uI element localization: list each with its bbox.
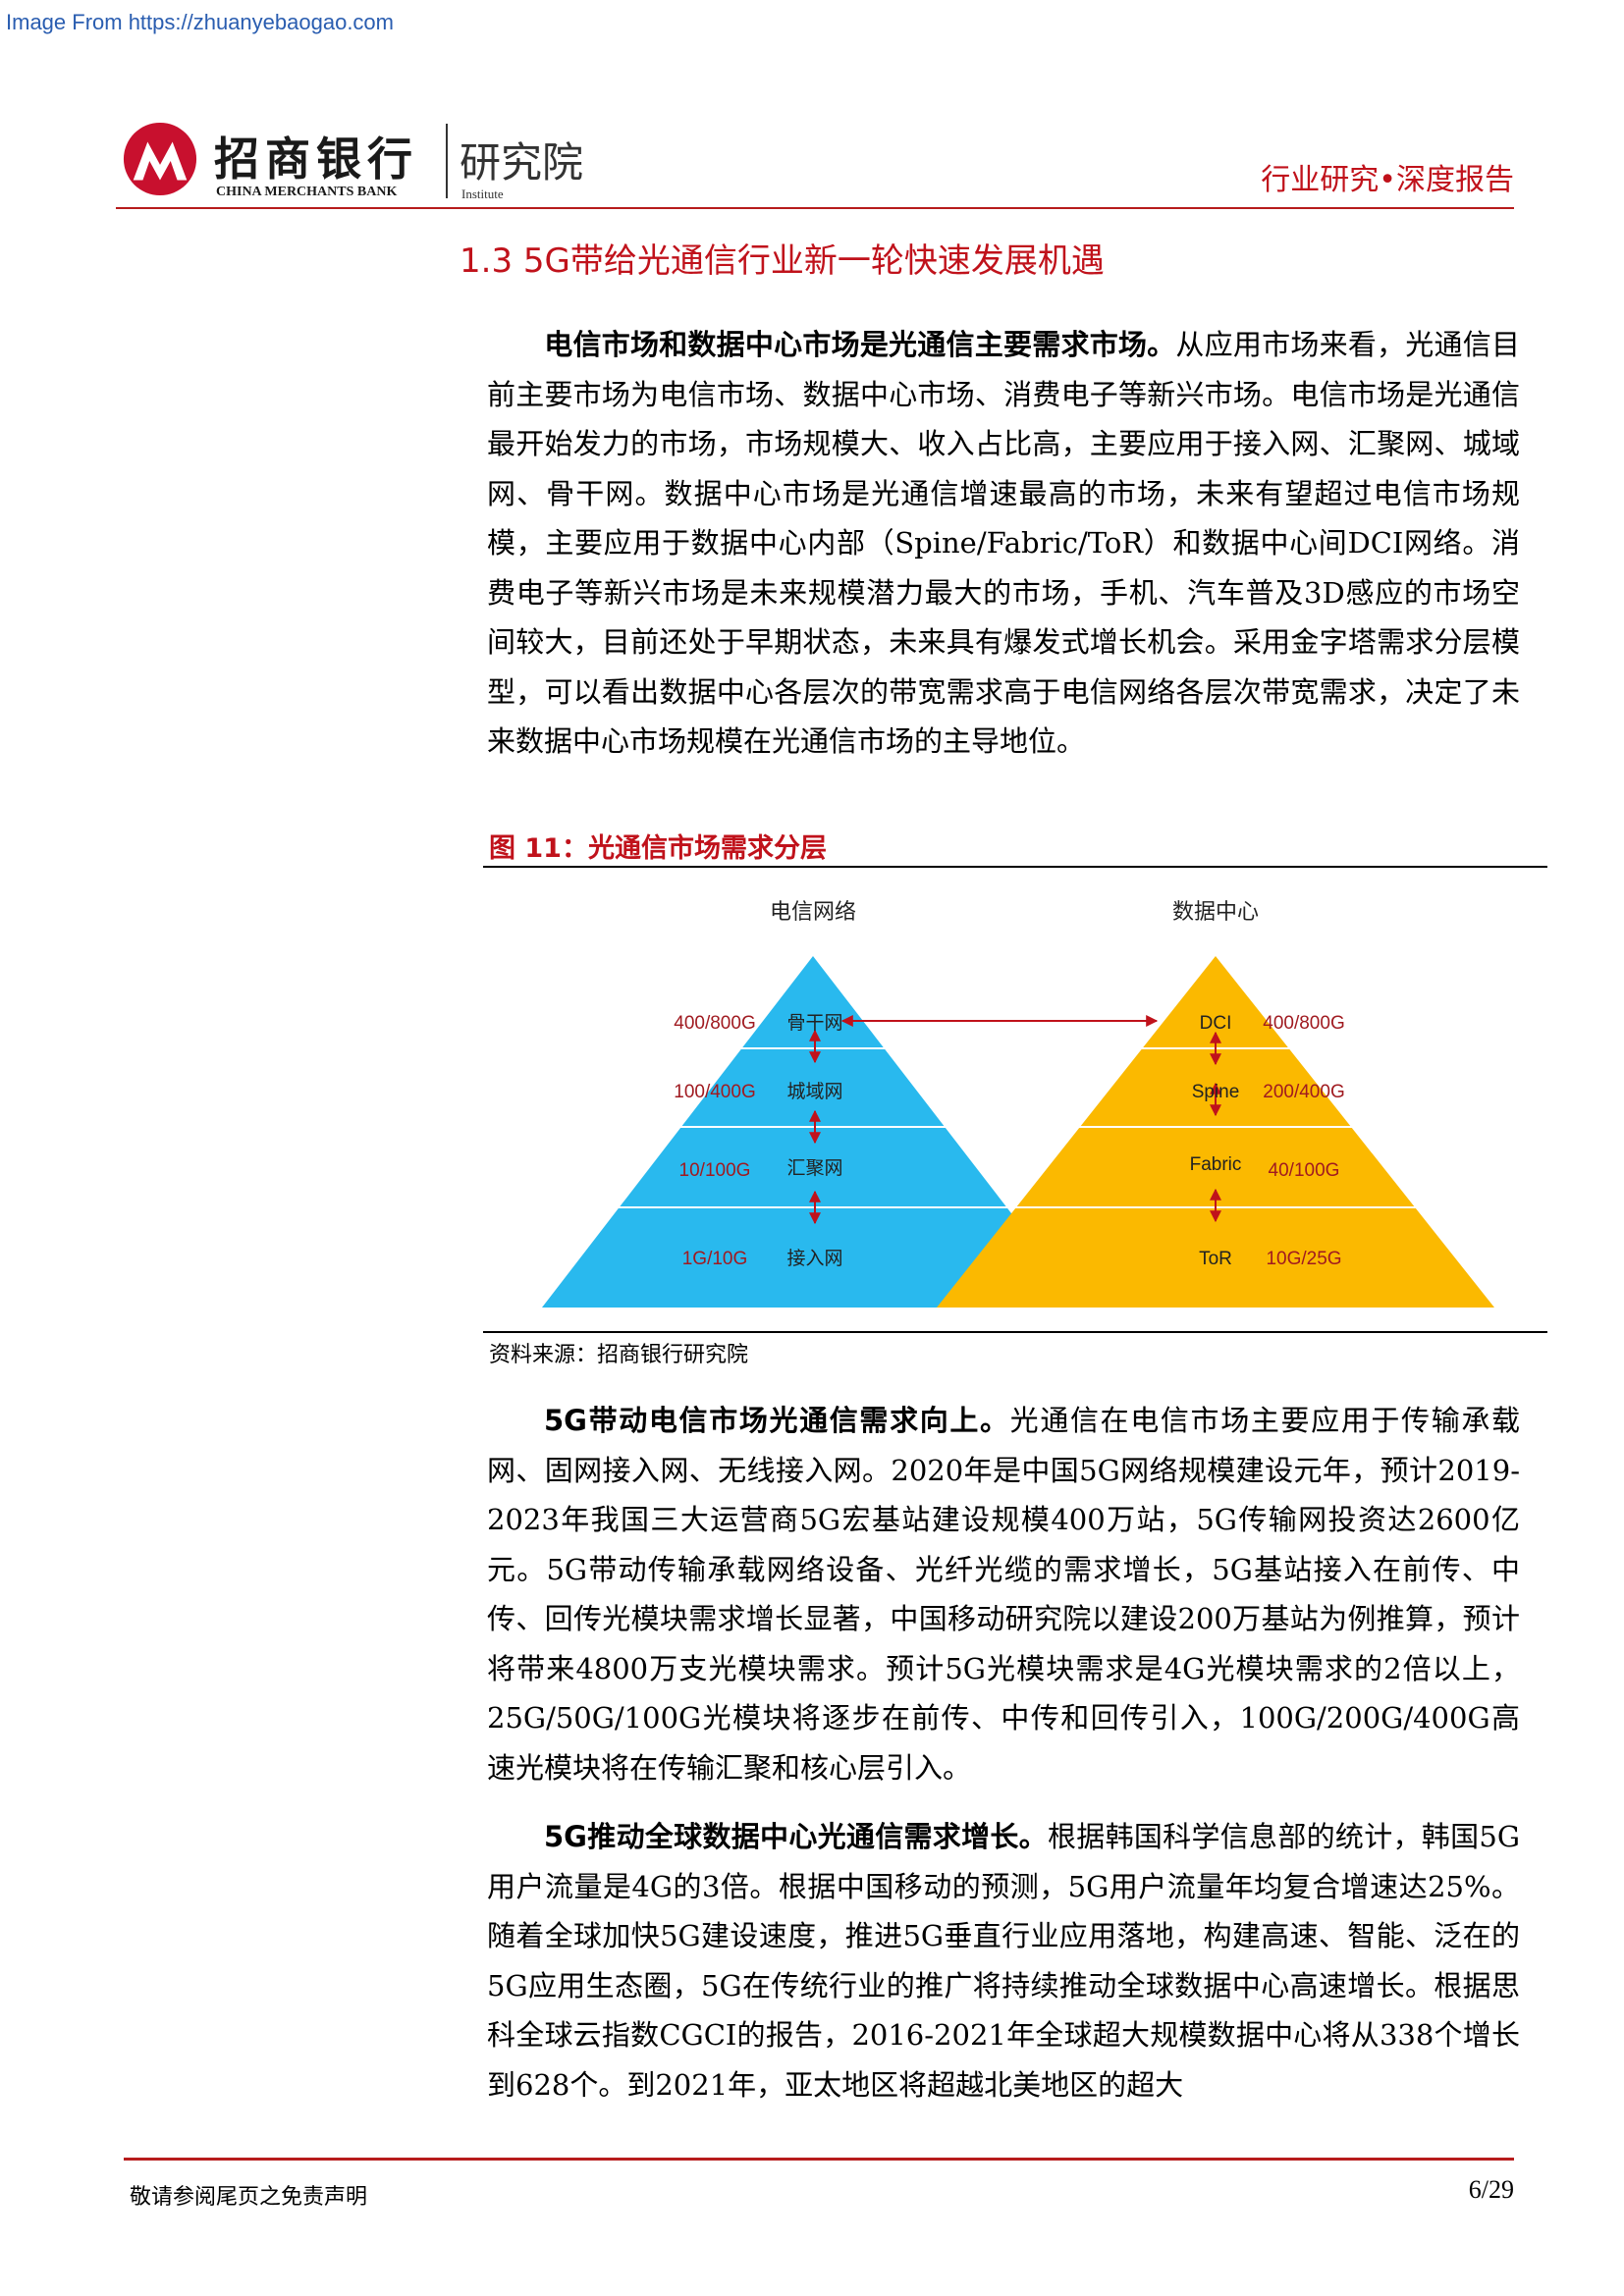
datacenter-bandwidth-label: 400/800G xyxy=(1263,1013,1344,1034)
paragraph-1: 电信市场和数据中心市场是光通信主要需求市场。从应用市场来看，光通信目前主要市场为… xyxy=(487,320,1520,767)
paragraph-1-lead: 电信市场和数据中心市场是光通信主要需求市场。 xyxy=(544,328,1176,361)
pyramid-diagram: 电信网络 数据中心 400/800G 骨干网 100/400G 城域网 10/1… xyxy=(483,900,1547,1308)
paragraph-1-text: 从应用市场来看，光通信目前主要市场为电信市场、数据中心市场、消费电子等新兴市场。… xyxy=(487,328,1520,758)
header-divider xyxy=(446,124,448,198)
telecom-layer-label: 骨干网 xyxy=(786,1012,842,1034)
telecom-bandwidth-label: 10/100G xyxy=(679,1160,751,1181)
bank-name-cn: 招商银行 xyxy=(214,133,418,186)
datacenter-bandwidth-label: 10G/25G xyxy=(1266,1249,1341,1269)
datacenter-bandwidth-label: 200/400G xyxy=(1263,1082,1344,1102)
footer-rule xyxy=(124,2158,1514,2161)
page-number: 6/29 xyxy=(1468,2175,1514,2204)
telecom-layer-label: 汇聚网 xyxy=(786,1157,842,1179)
figure-source: 资料来源：招商银行研究院 xyxy=(489,1343,749,1367)
figure-title: 图 11：光通信市场需求分层 xyxy=(489,833,827,864)
datacenter-pyramid-title: 数据中心 xyxy=(1172,900,1259,925)
datacenter-layer-label: ToR xyxy=(1199,1249,1232,1269)
datacenter-bandwidth-label: 40/100G xyxy=(1269,1160,1340,1181)
telecom-pyramid-title: 电信网络 xyxy=(770,900,856,925)
figure-top-rule xyxy=(483,866,1547,868)
paragraph-3: 5G推动全球数据中心光通信需求增长。根据韩国科学信息部的统计，韩国5G用户流量是… xyxy=(487,1812,1520,2109)
paragraph-2-lead: 5G带动电信市场光通信需求向上。 xyxy=(544,1404,1010,1437)
telecom-layer-label: 接入网 xyxy=(786,1248,842,1269)
paragraph-2-text: 光通信在电信市场主要应用于传输承载网、固网接入网、无线接入网。2020年是中国5… xyxy=(487,1404,1520,1785)
section-title: 1.3 5G带给光通信行业新一轮快速发展机遇 xyxy=(460,241,1105,281)
datacenter-layer-label: DCI xyxy=(1200,1013,1232,1034)
figure-bottom-rule xyxy=(483,1331,1547,1333)
paragraph-3-lead: 5G推动全球数据中心光通信需求增长。 xyxy=(544,1820,1048,1853)
source-watermark: Image From https://zhuanyebaogao.com xyxy=(6,10,394,34)
header-rule xyxy=(116,207,1514,209)
telecom-bandwidth-label: 400/800G xyxy=(674,1013,755,1034)
telecom-bandwidth-label: 1G/10G xyxy=(682,1249,748,1269)
datacenter-layer-label: Fabric xyxy=(1190,1154,1242,1175)
cmb-logo-icon xyxy=(123,122,197,196)
institute-name-en: Institute xyxy=(461,187,504,201)
telecom-layer-label: 城域网 xyxy=(786,1081,842,1102)
telecom-bandwidth-label: 100/400G xyxy=(674,1082,755,1102)
paragraph-2: 5G带动电信市场光通信需求向上。光通信在电信市场主要应用于传输承载网、固网接入网… xyxy=(487,1396,1520,1792)
report-type-label: 行业研究•深度报告 xyxy=(1261,163,1514,197)
bank-name-en: CHINA MERCHANTS BANK xyxy=(216,185,398,199)
footer-disclaimer: 敬请参阅尾页之免责声明 xyxy=(130,2185,368,2210)
paragraph-3-text: 根据韩国科学信息部的统计，韩国5G用户流量是4G的3倍。根据中国移动的预测，5G… xyxy=(487,1820,1521,2102)
page-header: 招商银行 CHINA MERCHANTS BANK 研究院 Institute … xyxy=(116,116,1514,206)
datacenter-layer-label: Spine xyxy=(1192,1082,1240,1102)
institute-name-cn: 研究院 xyxy=(460,138,584,187)
